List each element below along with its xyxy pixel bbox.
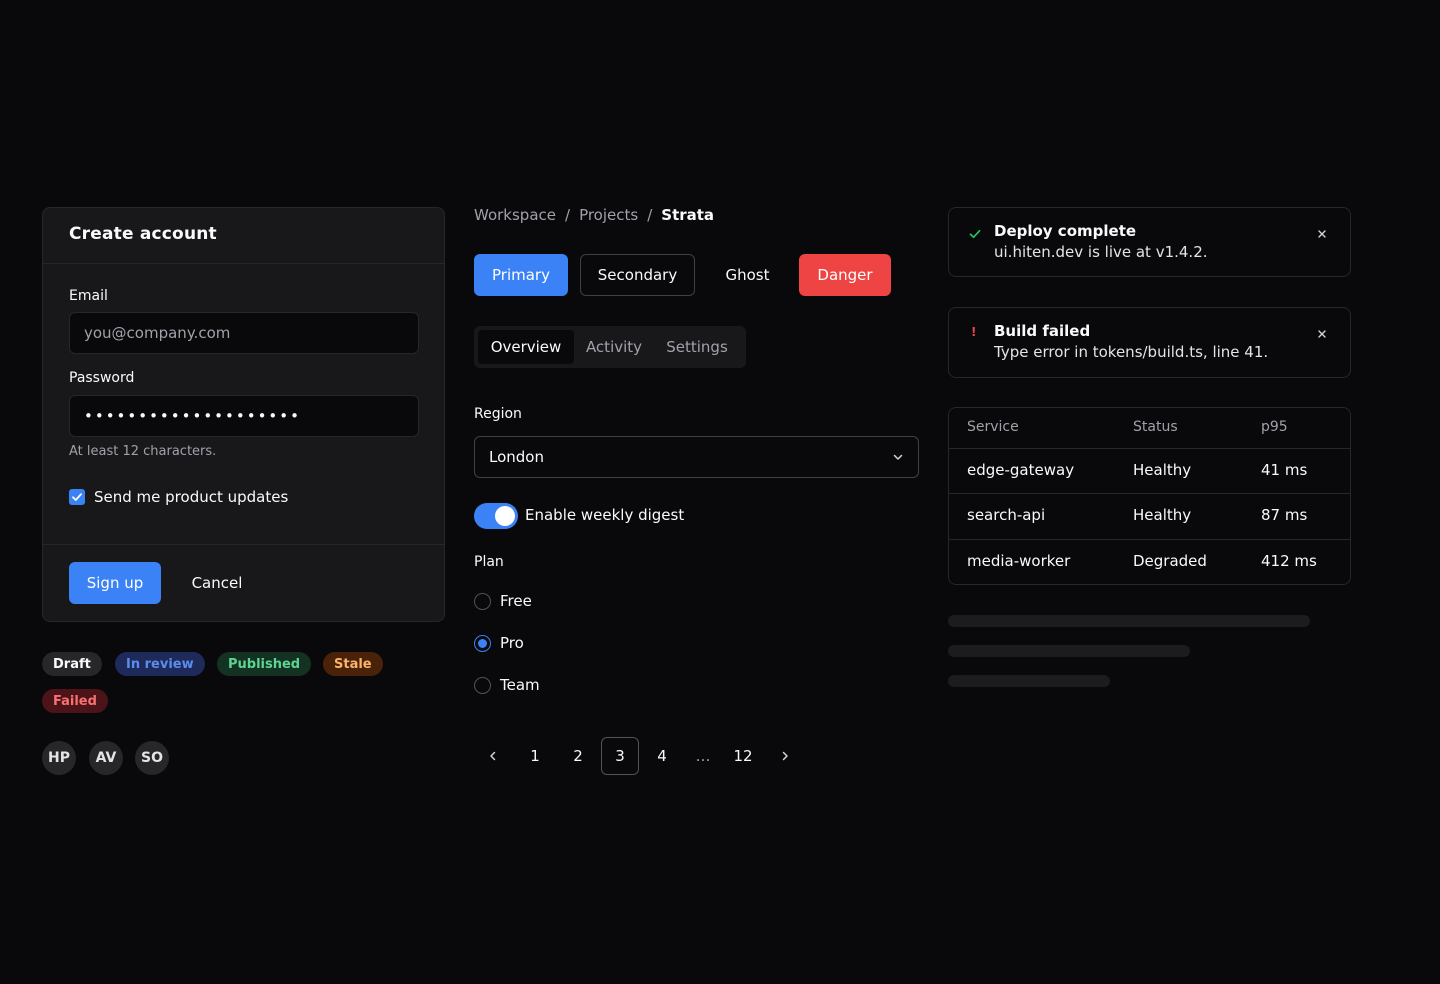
table-cell-service: search-api	[967, 506, 1046, 524]
plan-option-label: Team	[500, 676, 540, 694]
password-hint: At least 12 characters.	[69, 444, 217, 459]
pagination-page-last[interactable]: 12	[724, 737, 762, 775]
pagination-page-current[interactable]: 3	[601, 737, 639, 775]
toast-deploy-complete: Deploy complete ui.hiten.dev is live at …	[948, 207, 1351, 277]
region-value: London	[489, 448, 544, 466]
skeleton-line	[948, 645, 1190, 657]
breadcrumb: Workspace / Projects / Strata	[474, 205, 714, 225]
plan-option-label: Free	[500, 592, 532, 610]
table-divider	[949, 493, 1350, 494]
avatar: SO	[135, 741, 169, 775]
skeleton-line	[948, 675, 1110, 687]
plan-option-team[interactable]: Team	[474, 676, 540, 694]
pagination-prev[interactable]	[474, 737, 512, 775]
tab-list: Overview Activity Settings	[474, 326, 746, 368]
radio-free[interactable]	[474, 592, 491, 610]
toast-title: Build failed	[994, 322, 1091, 340]
table-cell-status: Healthy	[1133, 461, 1192, 479]
tab-overview[interactable]: Overview	[478, 330, 574, 364]
radio-pro[interactable]	[474, 634, 491, 652]
secondary-button[interactable]: Secondary	[580, 254, 695, 296]
close-icon[interactable]	[1316, 328, 1328, 340]
chevron-down-icon	[893, 454, 903, 460]
toast-title: Deploy complete	[994, 222, 1137, 240]
plan-option-free[interactable]: Free	[474, 592, 532, 610]
plan-option-pro[interactable]: Pro	[474, 634, 524, 652]
chevron-right-icon	[782, 751, 788, 761]
tab-settings[interactable]: Settings	[656, 330, 738, 364]
table-cell-service: edge-gateway	[967, 461, 1075, 479]
digest-toggle[interactable]	[474, 503, 518, 529]
skeleton-line	[948, 615, 1310, 627]
pagination-ellipsis: …	[695, 747, 711, 765]
badge-failed: Failed	[42, 689, 108, 713]
table-cell-status: Degraded	[1133, 552, 1207, 570]
updates-checkbox-row[interactable]: Send me product updates	[69, 488, 288, 506]
plan-option-label: Pro	[500, 634, 524, 652]
sign-up-button[interactable]: Sign up	[69, 562, 161, 604]
check-icon	[72, 493, 82, 501]
check-icon	[969, 229, 981, 239]
table-header-status: Status	[1133, 419, 1178, 435]
email-placeholder: you@company.com	[84, 324, 231, 342]
breadcrumb-current: Strata	[661, 206, 715, 224]
table-header-service: Service	[967, 419, 1019, 435]
signup-card: Create account Email you@company.com Pas…	[42, 207, 445, 622]
badge-in-review: In review	[115, 652, 205, 676]
updates-label: Send me product updates	[94, 488, 289, 506]
close-icon[interactable]	[1316, 228, 1328, 240]
table-cell-p95: 41 ms	[1261, 461, 1308, 479]
card-title: Create account	[69, 224, 217, 244]
card-divider	[43, 544, 444, 545]
updates-checkbox[interactable]	[69, 489, 85, 505]
table-divider	[949, 539, 1350, 540]
services-table: Service Status p95 edge-gateway Healthy …	[948, 407, 1351, 585]
primary-button[interactable]: Primary	[474, 254, 568, 296]
toggle-knob	[495, 506, 515, 526]
table-cell-service: media-worker	[967, 552, 1071, 570]
breadcrumb-separator: /	[647, 206, 653, 224]
pagination-page[interactable]: 4	[643, 737, 681, 775]
table-cell-status: Healthy	[1133, 506, 1192, 524]
pagination-page[interactable]: 1	[516, 737, 554, 775]
card-header: Create account	[43, 208, 444, 264]
password-input[interactable]: ••••••••••••••••••••	[69, 395, 419, 437]
avatar: AV	[89, 741, 123, 775]
toast-description: Type error in tokens/build.ts, line 41.	[994, 343, 1269, 361]
password-value: ••••••••••••••••••••	[84, 407, 301, 425]
email-input[interactable]: you@company.com	[69, 312, 419, 354]
breadcrumb-item-projects[interactable]: Projects	[579, 206, 638, 224]
email-label: Email	[69, 288, 108, 304]
pagination-next[interactable]	[766, 737, 804, 775]
alert-icon: !	[971, 325, 977, 339]
tab-activity[interactable]: Activity	[578, 330, 650, 364]
region-label: Region	[474, 406, 522, 422]
badge-draft: Draft	[42, 652, 102, 676]
region-select[interactable]: London	[474, 436, 919, 478]
chevron-left-icon	[490, 751, 496, 761]
pagination-page[interactable]: 2	[559, 737, 597, 775]
plan-label: Plan	[474, 554, 504, 570]
table-header-p95: p95	[1261, 419, 1288, 435]
badge-stale: Stale	[323, 652, 383, 676]
table-cell-p95: 87 ms	[1261, 506, 1308, 524]
password-label: Password	[69, 370, 135, 386]
table-cell-p95: 412 ms	[1261, 552, 1317, 570]
radio-team[interactable]	[474, 676, 491, 694]
radio-dot	[478, 638, 487, 648]
toast-build-failed: ! Build failed Type error in tokens/buil…	[948, 307, 1351, 378]
toast-description: ui.hiten.dev is live at v1.4.2.	[994, 243, 1208, 261]
table-divider	[949, 448, 1350, 449]
badge-published: Published	[217, 652, 312, 676]
danger-button[interactable]: Danger	[799, 254, 891, 296]
ghost-button[interactable]: Ghost	[708, 254, 787, 296]
digest-label: Enable weekly digest	[525, 506, 685, 524]
breadcrumb-separator: /	[565, 206, 571, 224]
cancel-button[interactable]: Cancel	[177, 562, 257, 604]
avatar: HP	[42, 741, 76, 775]
breadcrumb-item-workspace[interactable]: Workspace	[474, 206, 556, 224]
